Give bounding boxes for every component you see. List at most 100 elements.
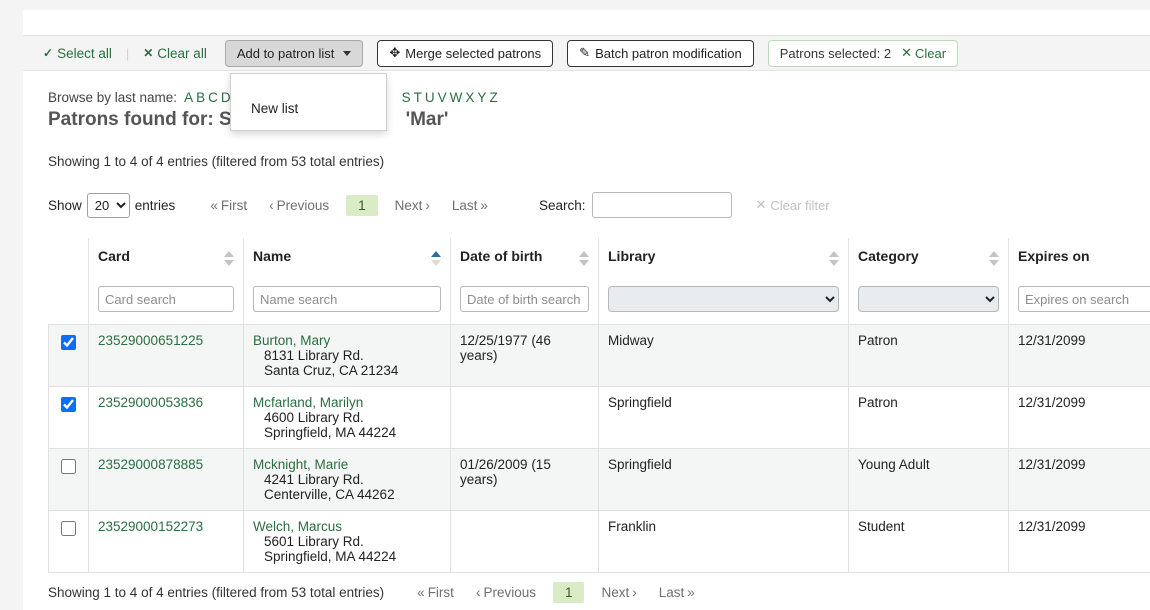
chevron-right-icon: › [632,585,637,600]
row-card-cell: 23529000878885 [89,449,244,511]
header-library[interactable]: Library [599,238,849,276]
browse-letter-s[interactable]: S [402,90,411,105]
category-filter-select[interactable] [858,286,999,312]
pagination-current-page-top[interactable]: 1 [346,195,378,216]
row-expires-on-cell: 12/31/2099 [1009,387,1150,449]
table-controls: Show 20 entries « First ‹ Previous 1 Nex… [48,190,1148,220]
row-category-cell: Student [849,511,1009,573]
close-icon: ✕ [143,46,153,60]
row-card-cell: 23529000152273 [89,511,244,573]
close-icon: ✕ [901,45,912,61]
clear-all-button[interactable]: ✕ Clear all [137,43,213,64]
browse-letter-w[interactable]: W [450,90,463,105]
clear-selection-label: Clear [915,46,946,61]
header-card[interactable]: Card [89,238,244,276]
clear-filter-label: Clear filter [770,198,829,213]
card-link[interactable]: 23529000878885 [98,457,203,472]
sort-icon-library [829,251,839,267]
card-link[interactable]: 23529000651225 [98,333,203,348]
header-category[interactable]: Category [849,238,1009,276]
browse-letter-b[interactable]: B [196,90,205,105]
browse-letter-c[interactable]: C [208,90,218,105]
patron-name-link[interactable]: Mcknight, Marie [253,457,441,472]
pagination-previous-label: Previous [277,198,330,213]
header-expires-on[interactable]: Expires on [1009,238,1150,276]
row-checkbox[interactable] [61,335,76,350]
page-background: ✓ Select all | ✕ Clear all Add to patron… [0,0,1150,610]
browse-letter-x[interactable]: X [465,90,474,105]
pagination-next-top[interactable]: Next › [384,195,441,216]
patron-name-link[interactable]: Burton, Mary [253,333,441,348]
name-search-input[interactable] [253,286,441,312]
dropdown-item-new-list[interactable]: New list [231,98,386,119]
add-to-patron-list-button[interactable]: Add to patron list [225,40,364,67]
row-category-cell: Patron [849,387,1009,449]
clear-filter-button[interactable]: ✕ Clear filter [755,197,829,213]
row-date-of-birth-cell: 12/25/1977 (46 years) [451,325,599,387]
row-select-cell [49,325,89,387]
filter-library-cell [599,276,849,325]
row-checkbox[interactable] [61,397,76,412]
patron-results-table: Card Name Date of birth Library [48,238,1150,573]
header-name[interactable]: Name [244,238,451,276]
pagination-first-label: First [428,585,454,600]
card-search-input[interactable] [98,286,234,312]
header-name-label: Name [253,248,291,264]
header-expires-on-label: Expires on [1018,248,1090,264]
sort-icon-category [989,251,999,267]
browse-letter-y[interactable]: Y [477,90,486,105]
expires-on-search-input[interactable] [1018,286,1150,312]
browse-letter-u[interactable]: U [425,90,435,105]
row-select-cell [49,511,89,573]
table-header-row: Card Name Date of birth Library [49,238,1150,276]
search-input[interactable] [592,192,732,218]
browse-letter-a[interactable]: A [184,90,193,105]
patron-name-link[interactable]: Welch, Marcus [253,519,441,534]
row-checkbox[interactable] [61,521,76,536]
pagination-previous-bottom[interactable]: ‹ Previous [465,582,547,603]
library-filter-select[interactable] [608,286,839,312]
merge-selected-label: Merge selected patrons [405,46,541,61]
card-link[interactable]: 23529000053836 [98,395,203,410]
row-expires-on-cell: 12/31/2099 [1009,325,1150,387]
row-library-cell: Franklin [599,511,849,573]
pagination-previous-top[interactable]: ‹ Previous [258,195,340,216]
pagination-first-bottom[interactable]: « First [406,582,465,603]
page-length-select[interactable]: 20 [87,193,130,218]
pagination-current-page-bottom[interactable]: 1 [553,582,585,603]
address-line-1: 5601 Library Rd. [253,534,441,549]
pagination-next-label: Next [601,585,629,600]
pagination-last-bottom[interactable]: Last » [648,582,706,603]
select-all-label: Select all [57,46,112,61]
card-link[interactable]: 23529000152273 [98,519,203,534]
batch-patron-modification-button[interactable]: ✎ Batch patron modification [567,40,754,67]
row-name-cell: Welch, Marcus 5601 Library Rd. Springfie… [244,511,451,573]
table-row: 23529000152273 Welch, Marcus 5601 Librar… [49,511,1150,573]
patron-name-link[interactable]: Mcfarland, Marilyn [253,395,441,410]
check-icon: ✓ [43,46,53,60]
address-line-2: Centerville, CA 44262 [253,487,441,502]
date-of-birth-search-input[interactable] [460,286,589,312]
clear-selection-button[interactable]: ✕ Clear [901,45,946,61]
address-line-1: 8131 Library Rd. [253,348,441,363]
browse-letter-t[interactable]: T [414,90,422,105]
row-library-cell: Midway [599,325,849,387]
pagination-last-label: Last [452,198,478,213]
browse-letter-z[interactable]: Z [489,90,497,105]
address-line-1: 4241 Library Rd. [253,472,441,487]
header-date-of-birth[interactable]: Date of birth [451,238,599,276]
sort-icon-card [224,251,234,267]
address-line-1: 4600 Library Rd. [253,410,441,425]
pagination-next-bottom[interactable]: Next › [590,582,647,603]
patron-toolbar: ✓ Select all | ✕ Clear all Add to patron… [23,35,1150,71]
row-checkbox[interactable] [61,459,76,474]
search-label: Search: [539,198,586,213]
merge-selected-patrons-button[interactable]: ✥ Merge selected patrons [377,40,553,67]
browse-letter-v[interactable]: V [438,90,447,105]
pagination-last-top[interactable]: Last » [441,195,499,216]
row-name-cell: Burton, Mary 8131 Library Rd. Santa Cruz… [244,325,451,387]
header-category-label: Category [858,248,919,264]
pagination-first-top[interactable]: « First [199,195,258,216]
select-all-button[interactable]: ✓ Select all [37,43,118,64]
clear-all-label: Clear all [157,46,207,61]
